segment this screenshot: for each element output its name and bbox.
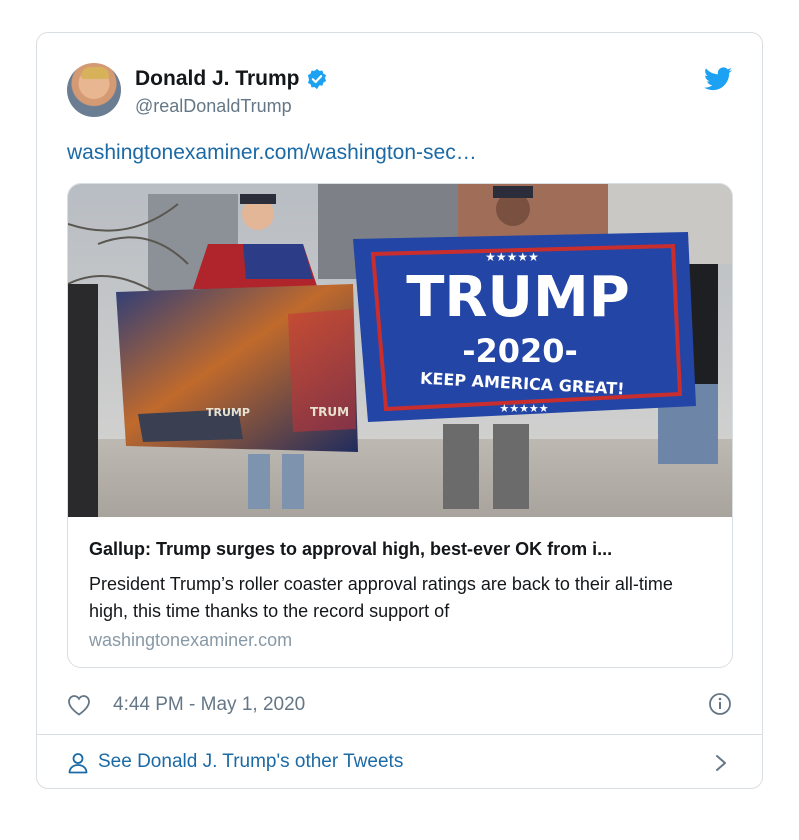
left-flag-text-1: TRUMP — [206, 406, 250, 419]
verified-badge-icon — [307, 68, 326, 90]
author-handle[interactable]: @realDonaldTrump — [135, 96, 292, 117]
author-name-row: Donald J. Trump — [135, 67, 328, 91]
tweet-embed-card: Donald J. Trump @realDonaldTrump washing… — [36, 32, 763, 789]
heart-icon[interactable] — [67, 694, 91, 716]
flag-main-text: TRUMP — [406, 265, 630, 330]
link-preview-card[interactable]: TRUMP TRUM ★★★★★ TRUMP -2020- KEEP AMERI… — [67, 183, 733, 668]
info-icon[interactable] — [708, 692, 732, 716]
author-name[interactable]: Donald J. Trump — [135, 67, 300, 91]
preview-title[interactable]: Gallup: Trump surges to approval high, b… — [89, 539, 612, 560]
tweet-link[interactable]: washingtonexaminer.com/washington-sec… — [67, 141, 477, 165]
flag-stars-bottom: ★★★★★ — [499, 402, 548, 415]
twitter-bird-icon[interactable] — [704, 67, 732, 91]
other-tweets-link[interactable]: See Donald J. Trump's other Tweets — [37, 734, 762, 791]
flag-year-text: -2020- — [462, 332, 578, 370]
person-icon — [68, 753, 88, 774]
preview-summary[interactable]: Gallup: Trump surges to approval high, b… — [68, 517, 732, 667]
tweet-header: Donald J. Trump @realDonaldTrump — [67, 63, 732, 119]
left-flag-text-2: TRUM — [310, 405, 349, 419]
tweet-meta: 4:44 PM - May 1, 2020 — [67, 692, 732, 722]
preview-description: President Trump’s roller coaster approva… — [89, 574, 673, 621]
author-avatar[interactable] — [67, 63, 121, 117]
chevron-right-icon[interactable] — [714, 753, 728, 773]
preview-photo: TRUMP TRUM ★★★★★ TRUMP -2020- KEEP AMERI… — [68, 184, 732, 517]
flag-stars-top: ★★★★★ — [485, 250, 539, 264]
tweet-timestamp[interactable]: 4:44 PM - May 1, 2020 — [113, 694, 305, 716]
preview-domain: washingtonexaminer.com — [89, 630, 293, 650]
other-tweets-label[interactable]: See Donald J. Trump's other Tweets — [98, 751, 403, 773]
